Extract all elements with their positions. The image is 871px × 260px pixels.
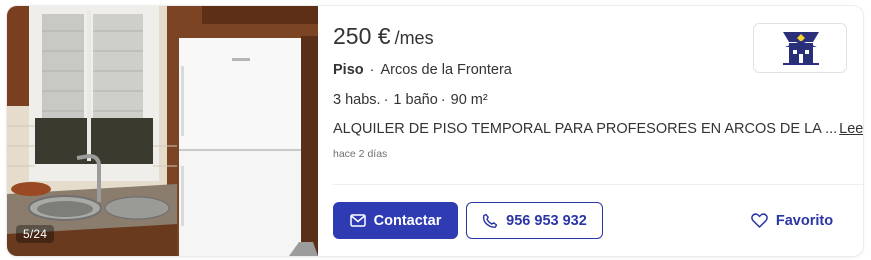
features-line: 3 habs. · 1 baño · 90 m² — [333, 92, 488, 108]
heart-icon — [751, 213, 768, 228]
price-amount: 250 € — [333, 23, 391, 49]
feature-area: 90 m² — [450, 92, 488, 108]
location: Arcos de la Frontera — [380, 62, 512, 78]
agency-logo[interactable] — [753, 23, 847, 73]
listing-card[interactable]: 5/24 250 €/mes Piso · Arcos de la Frontera… — [7, 6, 863, 256]
price-unit: /mes — [394, 28, 434, 48]
divider — [333, 184, 863, 185]
phone-button-label: 956 953 932 — [506, 212, 587, 229]
favorite-button[interactable]: Favorito — [737, 202, 847, 239]
listing-photo[interactable]: 5/24 — [7, 6, 318, 256]
feature-bathrooms: 1 baño — [393, 92, 438, 108]
listing-info: 250 €/mes Piso · Arcos de la Frontera 3 ha… — [333, 6, 863, 256]
best-house-logo-icon — [783, 32, 819, 65]
contact-button[interactable]: Contactar — [333, 202, 458, 239]
read-more-link[interactable]: Leer más — [839, 121, 863, 137]
type-location-line[interactable]: Piso · Arcos de la Frontera — [333, 62, 512, 78]
separator-dot: · — [369, 62, 375, 78]
envelope-icon — [349, 214, 366, 227]
separator-dot: · — [383, 92, 389, 108]
feature-rooms: 3 habs. — [333, 92, 381, 108]
phone-icon — [482, 213, 498, 229]
property-type: Piso — [333, 62, 364, 78]
contact-button-label: Contactar — [373, 212, 442, 229]
posted-date: hace 2 días — [333, 148, 388, 160]
price: 250 €/mes — [333, 23, 434, 50]
phone-button[interactable]: 956 953 932 — [466, 202, 603, 239]
description: ALQUILER DE PISO TEMPORAL PARA PROFESORE… — [333, 121, 838, 137]
description-row: ALQUILER DE PISO TEMPORAL PARA PROFESORE… — [333, 121, 863, 137]
separator-dot: · — [440, 92, 446, 108]
photo-counter: 5/24 — [16, 225, 55, 243]
favorite-button-label: Favorito — [775, 212, 834, 229]
kitchen-photo-image — [7, 6, 318, 256]
